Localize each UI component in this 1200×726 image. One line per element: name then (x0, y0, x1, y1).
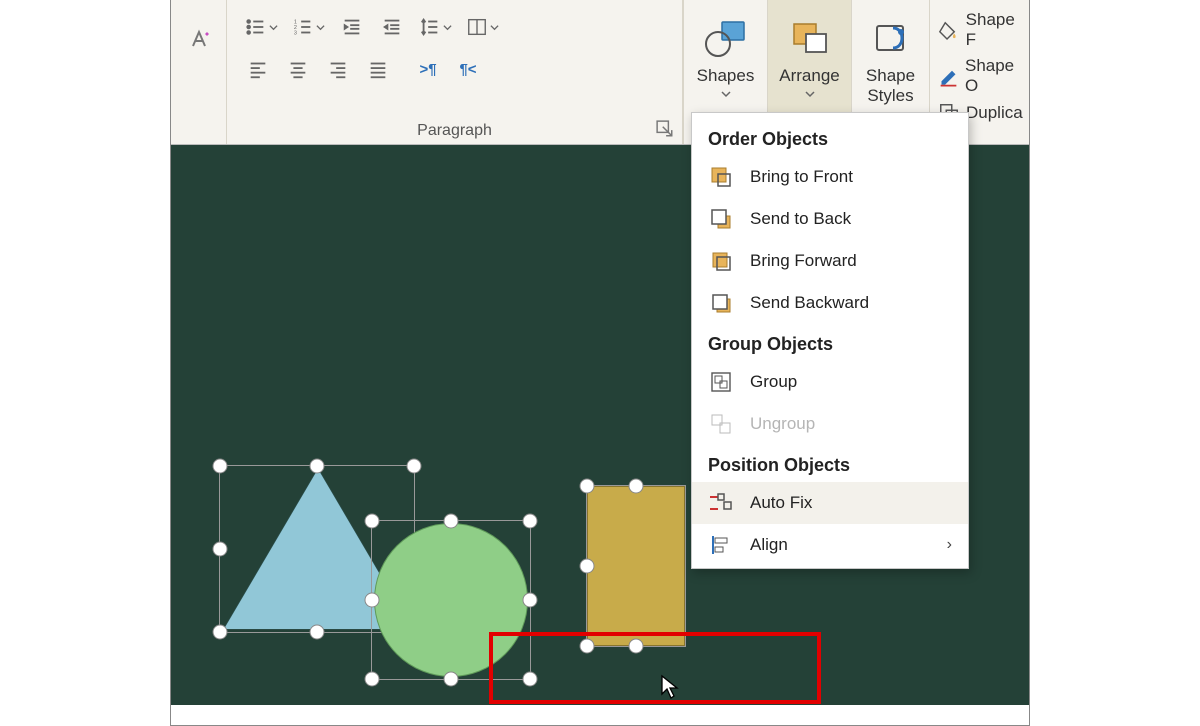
bullets-button[interactable] (241, 10, 282, 44)
group-item[interactable]: Group (692, 361, 968, 403)
shape-fill-icon (938, 19, 960, 41)
svg-text:3: 3 (294, 30, 297, 36)
font-color-icon (185, 28, 213, 52)
selected-circle[interactable] (371, 520, 531, 680)
order-objects-header: Order Objects (692, 119, 968, 156)
arrange-label: Arrange (779, 66, 839, 86)
position-objects-header: Position Objects (692, 445, 968, 482)
bring-to-front-icon (708, 164, 734, 190)
arrange-menu: Order Objects Bring to Front Send to Bac… (691, 112, 969, 569)
increase-indent-button[interactable] (375, 10, 409, 44)
ltr-button[interactable]: >¶ (411, 52, 445, 86)
shape-outline-icon (938, 65, 959, 87)
group-icon (708, 369, 734, 395)
align-item[interactable]: Align › (692, 524, 968, 566)
align-label: Align (750, 535, 788, 555)
bottom-strip (171, 705, 1029, 725)
shape-outline-label: Shape O (965, 56, 1029, 96)
submenu-arrow-icon: › (947, 536, 952, 554)
rectangle-shape (587, 486, 685, 646)
selected-rectangle[interactable] (586, 485, 686, 647)
send-to-back-label: Send to Back (750, 209, 851, 229)
circle-shape (374, 523, 528, 677)
auto-fix-item[interactable]: Auto Fix (692, 482, 968, 524)
align-icon (708, 532, 734, 558)
auto-fix-label: Auto Fix (750, 493, 812, 513)
ungroup-item: Ungroup (692, 403, 968, 445)
auto-fix-icon (708, 490, 734, 516)
arrange-icon (788, 18, 832, 58)
group-label: Group (750, 372, 797, 392)
bring-forward-icon (708, 248, 734, 274)
dialog-launcher-icon[interactable] (656, 120, 674, 138)
bring-to-front-label: Bring to Front (750, 167, 853, 187)
shapes-label: Shapes (697, 66, 755, 86)
send-backward-item[interactable]: Send Backward (692, 282, 968, 324)
align-right-button[interactable] (321, 52, 355, 86)
app-window: 123 (170, 0, 1030, 726)
font-color-button[interactable] (171, 0, 226, 144)
columns-button[interactable] (462, 10, 503, 44)
send-to-back-item[interactable]: Send to Back (692, 198, 968, 240)
rtl-button[interactable]: ¶< (451, 52, 485, 86)
numbering-button[interactable]: 123 (288, 10, 329, 44)
shape-styles-label: Shape Styles (866, 66, 915, 105)
align-center-button[interactable] (281, 52, 315, 86)
shape-fill-button[interactable]: Shape F (938, 10, 1029, 50)
ungroup-icon (708, 411, 734, 437)
bring-forward-item[interactable]: Bring Forward (692, 240, 968, 282)
shape-styles-icon (871, 18, 911, 58)
duplicate-label: Duplica (966, 103, 1023, 123)
cursor-icon (660, 674, 682, 700)
paragraph-group: 123 (226, 0, 683, 144)
align-left-button[interactable] (241, 52, 275, 86)
shape-fill-label: Shape F (966, 10, 1029, 50)
shape-outline-button[interactable]: Shape O (938, 56, 1029, 96)
group-objects-header: Group Objects (692, 324, 968, 361)
send-to-back-icon (708, 206, 734, 232)
decrease-indent-button[interactable] (335, 10, 369, 44)
line-spacing-button[interactable] (415, 10, 456, 44)
send-backward-icon (708, 290, 734, 316)
align-justify-button[interactable] (361, 52, 395, 86)
ungroup-label: Ungroup (750, 414, 815, 434)
shapes-icon (704, 18, 748, 58)
bring-to-front-item[interactable]: Bring to Front (692, 156, 968, 198)
bring-forward-label: Bring Forward (750, 251, 857, 271)
send-backward-label: Send Backward (750, 293, 869, 313)
paragraph-group-label: Paragraph (227, 122, 682, 140)
